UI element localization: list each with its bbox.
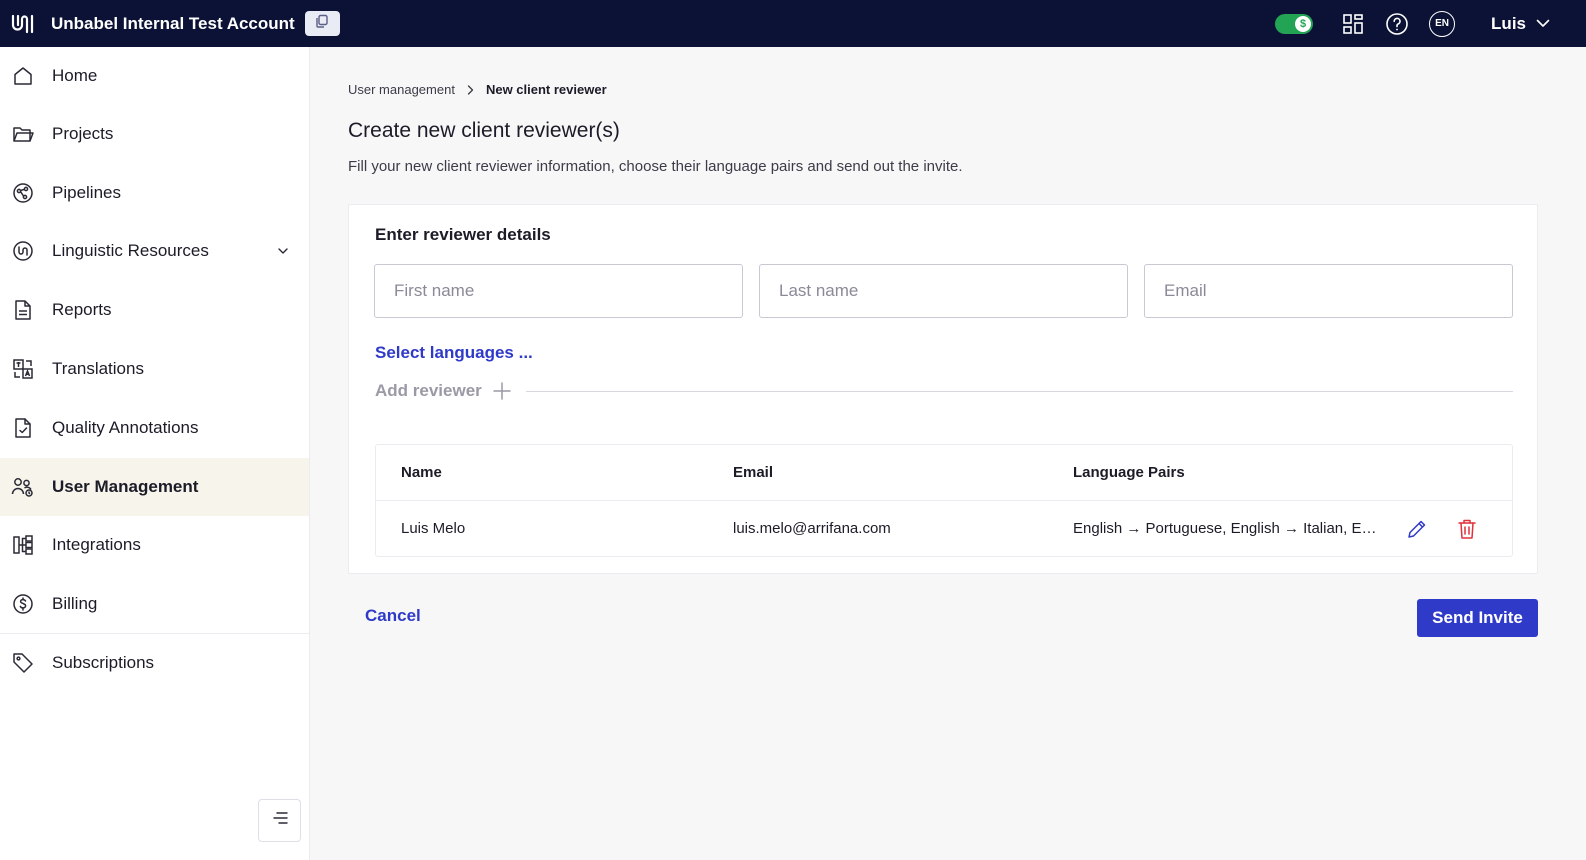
sidebar-item-home[interactable]: Home <box>0 47 309 105</box>
help-icon[interactable] <box>1385 12 1409 36</box>
tag-icon <box>11 651 35 675</box>
edit-icon[interactable] <box>1405 517 1429 541</box>
reviewer-details-card: Enter reviewer details Select languages … <box>348 204 1538 574</box>
reviewers-table: Name Email Language Pairs Luis Melo luis… <box>375 444 1513 557</box>
sidebar-item-label: Pipelines <box>52 183 121 202</box>
email-input[interactable] <box>1144 264 1513 318</box>
sidebar-item-label: Reports <box>52 300 112 319</box>
column-header-language-pairs: Language Pairs <box>1073 464 1185 481</box>
cancel-button[interactable]: Cancel <box>365 606 421 626</box>
dollar-icon: $ <box>1295 15 1312 32</box>
sidebar-item-label: Subscriptions <box>52 653 155 672</box>
reports-icon <box>11 298 35 322</box>
sidebar-item-integrations[interactable]: Integrations <box>0 516 309 574</box>
add-reviewer-row: Add reviewer <box>375 379 1513 403</box>
send-invite-button[interactable]: Send Invite <box>1417 599 1538 637</box>
sidebar-item-reports[interactable]: Reports <box>0 281 309 339</box>
integrations-icon <box>11 533 35 557</box>
divider-line <box>525 390 1513 392</box>
page-title: Create new client reviewer(s) <box>348 119 620 142</box>
table-header: Name Email Language Pairs <box>376 445 1512 501</box>
user-management-icon <box>11 475 35 499</box>
collapse-sidebar-button[interactable] <box>258 799 301 842</box>
apps-grid-icon[interactable] <box>1341 12 1365 36</box>
sidebar-item-label: Integrations <box>52 535 141 554</box>
chevron-down-icon[interactable] <box>277 247 289 255</box>
sidebar-item-label: Projects <box>52 124 114 143</box>
select-languages-link[interactable]: Select languages ... <box>375 343 533 363</box>
home-icon <box>11 64 35 88</box>
trash-icon[interactable] <box>1455 517 1479 541</box>
copy-button[interactable] <box>304 11 340 36</box>
collapse-menu-icon <box>271 810 289 831</box>
sidebar-item-label: Quality Annotations <box>52 418 199 437</box>
sidebar-item-user-management[interactable]: User Management <box>0 458 309 516</box>
sidebar-item-label: Linguistic Resources <box>52 241 209 260</box>
quality-annotations-icon <box>11 416 35 440</box>
billing-toggle[interactable]: $ <box>1275 13 1314 34</box>
chevron-down-icon[interactable] <box>1536 19 1550 28</box>
sidebar-item-label: User Management <box>52 477 199 496</box>
sidebar-item-translations[interactable]: Translations <box>0 340 309 398</box>
sidebar-item-projects[interactable]: Projects <box>0 105 309 163</box>
reviewer-email: luis.melo@arrifana.com <box>733 520 891 537</box>
reviewer-language-pairs: English → Portuguese, English → Italian,… <box>1073 520 1378 537</box>
sidebar-item-label: Billing <box>52 594 98 613</box>
pipelines-icon <box>11 181 35 205</box>
sidebar-item-quality-annotations[interactable]: Quality Annotations <box>0 399 309 457</box>
sidebar-item-linguistic-resources[interactable]: Linguistic Resources <box>0 222 309 280</box>
topbar-right: $ EN Luis <box>1275 0 1586 47</box>
sidebar-item-subscriptions[interactable]: Subscriptions <box>0 634 309 692</box>
plus-icon[interactable] <box>492 381 512 401</box>
language-selector[interactable]: EN <box>1429 10 1456 37</box>
user-name[interactable]: Luis <box>1491 14 1526 34</box>
breadcrumb: User management New client reviewer <box>348 82 607 97</box>
column-header-name: Name <box>401 464 442 481</box>
first-name-input[interactable] <box>374 264 743 318</box>
card-title: Enter reviewer details <box>375 225 551 244</box>
reviewer-name: Luis Melo <box>401 520 466 537</box>
last-name-input[interactable] <box>759 264 1128 318</box>
copy-icon <box>315 14 329 33</box>
breadcrumb-current: New client reviewer <box>485 82 607 97</box>
sidebar-item-pipelines[interactable]: Pipelines <box>0 164 309 222</box>
sidebar-item-label: Home <box>52 66 98 85</box>
sidebar-item-label: Translations <box>52 359 144 378</box>
sidebar: Home Projects Pipelines Linguistic Resou… <box>0 47 310 860</box>
linguistic-resources-icon <box>11 239 35 263</box>
sidebar-item-billing[interactable]: Billing <box>0 575 309 633</box>
billing-icon <box>11 592 35 616</box>
page-subtitle: Fill your new client reviewer informatio… <box>348 158 963 175</box>
chevron-right-icon <box>467 84 474 95</box>
add-reviewer-button[interactable]: Add reviewer <box>375 381 482 401</box>
breadcrumb-parent-link[interactable]: User management <box>348 82 455 97</box>
translations-icon <box>11 357 35 381</box>
column-header-email: Email <box>733 464 774 481</box>
top-bar: Unbabel Internal Test Account $ EN Luis <box>0 0 1586 47</box>
unbabel-logo-icon[interactable] <box>9 13 37 35</box>
account-name[interactable]: Unbabel Internal Test Account <box>51 14 295 34</box>
table-row: Luis Melo luis.melo@arrifana.com English… <box>376 501 1512 557</box>
folder-icon <box>11 122 35 146</box>
